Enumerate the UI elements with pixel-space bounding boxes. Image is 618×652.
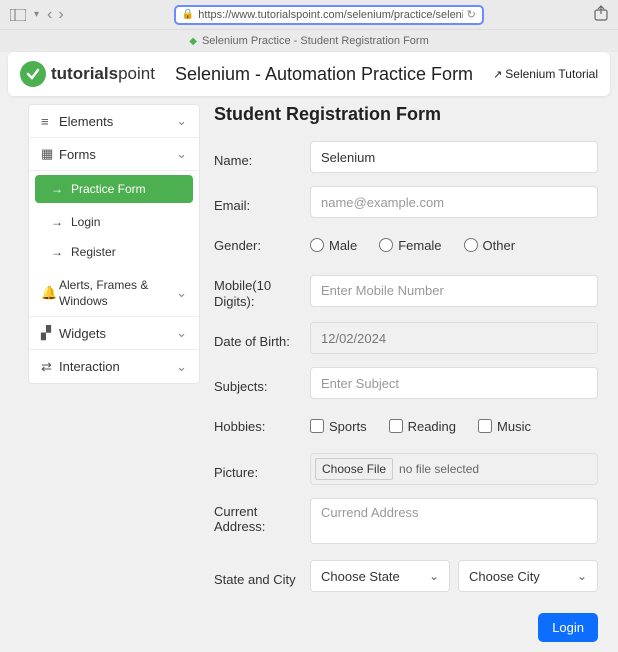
sidebar-subitem-login[interactable]: → Login [29, 207, 199, 237]
favicon-icon: ◆ [189, 36, 197, 47]
tab-title: Selenium Practice - Student Registration… [202, 35, 429, 47]
picture-file-input[interactable]: Choose File no file selected [310, 453, 598, 485]
gender-other-radio[interactable]: Other [464, 238, 516, 253]
forward-button[interactable]: › [58, 6, 63, 24]
swap-icon: ⇄ [41, 359, 59, 375]
widgets-icon: ▞ [41, 325, 59, 341]
form-heading: Student Registration Form [214, 104, 598, 125]
sidebar: ≡ Elements ⌄ ▦ Forms ⌄ → Practice Form →… [28, 104, 200, 384]
sidebar-toggle-icon[interactable] [10, 8, 26, 22]
share-icon[interactable] [594, 5, 608, 24]
mobile-label: Mobile(10 Digits): [214, 272, 310, 309]
mobile-input[interactable] [310, 275, 598, 307]
gender-male-radio[interactable]: Male [310, 238, 357, 253]
sidebar-item-interaction[interactable]: ⇄ Interaction ⌄ [29, 350, 199, 383]
state-select[interactable]: Choose State⌄ [310, 560, 450, 592]
dob-input[interactable]: 12/02/2024 [310, 322, 598, 354]
gender-label: Gender: [214, 238, 310, 253]
chevron-down-icon: ⌄ [429, 569, 439, 583]
bell-icon: 🔔 [41, 285, 59, 302]
dropdown-caret-icon[interactable]: ▾ [34, 9, 39, 20]
logo-icon [20, 61, 46, 87]
chevron-down-icon: ⌄ [176, 146, 187, 162]
sidebar-subitem-register[interactable]: → Register [29, 237, 199, 267]
choose-file-button[interactable]: Choose File [315, 458, 393, 480]
subjects-label: Subjects: [214, 373, 310, 394]
address-label: Current Address: [214, 498, 310, 534]
tab-title-bar: ◆ Selenium Practice - Student Registrati… [0, 30, 618, 52]
login-button[interactable]: Login [538, 613, 598, 642]
name-label: Name: [214, 147, 310, 168]
email-label: Email: [214, 192, 310, 213]
chevron-down-icon: ⌄ [577, 569, 587, 583]
hobby-sports-checkbox[interactable]: Sports [310, 419, 367, 434]
chevron-down-icon: ⌄ [176, 113, 187, 129]
gender-female-radio[interactable]: Female [379, 238, 441, 253]
logo[interactable]: tutorialspoint [20, 61, 155, 87]
sidebar-item-alerts[interactable]: 🔔 Alerts, Frames & Windows ⌄ [29, 271, 199, 317]
list-icon: ≡ [41, 114, 59, 129]
chevron-down-icon: ⌄ [176, 359, 187, 375]
address-textarea[interactable] [310, 498, 598, 544]
page-header: tutorialspoint Selenium - Automation Pra… [8, 52, 610, 96]
browser-toolbar: ▾ ‹ › 🔒 https://www.tutorialspoint.com/s… [0, 0, 618, 30]
dob-label: Date of Birth: [214, 328, 310, 349]
email-input[interactable] [310, 186, 598, 218]
sidebar-item-widgets[interactable]: ▞ Widgets ⌄ [29, 317, 199, 350]
form-area: Student Registration Form Name: Email: G… [214, 104, 602, 642]
selenium-tutorial-link[interactable]: ↗ Selenium Tutorial [493, 67, 598, 81]
lock-icon: 🔒 [182, 9, 194, 20]
url-text: https://www.tutorialspoint.com/selenium/… [198, 9, 462, 21]
url-bar[interactable]: 🔒 https://www.tutorialspoint.com/seleniu… [174, 5, 484, 25]
sidebar-item-elements[interactable]: ≡ Elements ⌄ [29, 105, 199, 138]
external-link-icon: ↗ [493, 68, 502, 81]
state-city-label: State and City [214, 566, 310, 587]
chevron-down-icon: ⌄ [176, 325, 187, 341]
hobby-music-checkbox[interactable]: Music [478, 419, 531, 434]
logo-text: tutorialspoint [51, 64, 155, 84]
file-status-text: no file selected [399, 462, 479, 476]
city-select[interactable]: Choose City⌄ [458, 560, 598, 592]
form-icon: ▦ [41, 146, 59, 162]
arrow-right-icon: → [51, 245, 63, 259]
arrow-right-icon: → [51, 182, 63, 196]
arrow-right-icon: → [51, 215, 63, 229]
name-input[interactable] [310, 141, 598, 173]
hobbies-label: Hobbies: [214, 419, 310, 434]
picture-label: Picture: [214, 459, 310, 480]
back-button[interactable]: ‹ [47, 6, 52, 24]
reload-icon[interactable]: ↻ [467, 8, 476, 21]
page-title: Selenium - Automation Practice Form [155, 64, 493, 85]
hobby-reading-checkbox[interactable]: Reading [389, 419, 456, 434]
sidebar-item-forms[interactable]: ▦ Forms ⌄ [29, 138, 199, 171]
subjects-input[interactable] [310, 367, 598, 399]
chevron-down-icon: ⌄ [176, 285, 187, 302]
sidebar-subitem-practice-form[interactable]: → Practice Form [35, 175, 193, 203]
